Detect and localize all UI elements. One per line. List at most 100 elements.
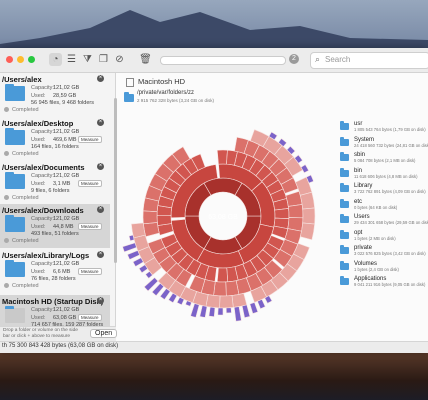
sunburst-segment[interactable] (143, 222, 160, 238)
sunburst-leaf[interactable] (127, 250, 141, 260)
status-text: th 75 300 843 428 bytes (63,08 GB on dis… (2, 343, 119, 349)
sunburst-segment[interactable] (156, 215, 172, 226)
folder-icon (340, 152, 349, 161)
status-dot-icon (4, 283, 9, 289)
folder-icon (5, 215, 25, 232)
filter-icon[interactable]: ⧩ (81, 53, 94, 66)
remove-icon[interactable]: × (97, 75, 104, 82)
card-path: /Users/alex/Downloads (2, 206, 84, 215)
sidebar-scrollbar[interactable] (114, 98, 117, 263)
measure-button[interactable]: Measure (78, 223, 102, 230)
sunburst-leaf[interactable] (217, 307, 224, 316)
sunburst-leaf[interactable] (208, 306, 216, 317)
list-item[interactable]: bin 11 618 606 bytes (4,8 MB on disk) (340, 167, 428, 180)
list-item[interactable]: Library 3 722 762 891 bytes (4,09 GB on … (340, 183, 428, 195)
open-button[interactable]: Open (90, 329, 118, 338)
sidebar-card[interactable]: /Users/alex/Library/Logs × Capacity:121,… (0, 249, 110, 293)
measure-button[interactable]: Measure (78, 268, 102, 275)
card-capacity: 121,02 GB (53, 307, 80, 313)
list-item[interactable]: usr 1 805 543 764 bytes (1,79 GB on disk… (340, 121, 428, 133)
sunburst-segment[interactable] (287, 204, 304, 219)
card-status: Completed (4, 238, 39, 244)
card-status: Completed (4, 195, 39, 201)
close-window-button[interactable] (6, 56, 13, 63)
list-item[interactable]: System 24 418 560 732 bytes (24,81 GB on… (340, 136, 428, 149)
sunburst-segment[interactable] (213, 281, 227, 297)
sunburst-leaf[interactable] (257, 298, 266, 310)
settings-icon[interactable]: ⊘ (113, 53, 126, 66)
zoom-window-button[interactable] (28, 56, 35, 63)
item-size: 1 bytes (2,4 GB on disk) (354, 266, 399, 272)
sunburst-chart[interactable]: 63,08 GB (118, 73, 340, 326)
sunburst-segment[interactable] (219, 295, 234, 309)
card-path: /Users/alex/Library/Logs (2, 251, 90, 260)
sidebar-card[interactable]: /Users/alex/Downloads × Capacity:121,02 … (0, 204, 110, 248)
sunburst-view-icon[interactable]: ◔ (49, 53, 62, 66)
card-used: 3,1 MB (53, 180, 71, 187)
sunburst-leaf[interactable] (233, 306, 242, 322)
folder-icon (340, 136, 349, 146)
list-item[interactable]: sbin 5 084 708 bytes (2,1 MB on disk) (340, 152, 428, 164)
card-status: Completed (4, 283, 39, 289)
sunburst-leaf[interactable] (122, 242, 137, 253)
list-item[interactable]: etc 0 bytes (64 KB on disk) (340, 198, 428, 211)
measure-button[interactable]: Measure (78, 136, 102, 143)
list-item[interactable]: opt 1 bytes (2 MB on disk) (340, 229, 428, 242)
copy-icon[interactable]: ❐ (97, 53, 110, 66)
folder-icon (340, 198, 349, 208)
sunburst-segment[interactable] (216, 267, 229, 283)
search-icon: ⌕ (315, 54, 321, 64)
remove-icon[interactable]: × (97, 119, 104, 126)
sunburst-leaf[interactable] (159, 288, 171, 300)
sidebar-card[interactable]: Macintosh HD (Startup Disk) × Capacity:1… (0, 295, 110, 326)
list-view-icon[interactable]: ☰ (65, 53, 78, 66)
sunburst-segment[interactable] (299, 222, 315, 241)
sidebar-card[interactable]: /Users/alex/Documents × Capacity:121,02 … (0, 161, 110, 205)
toolbar: ◔ ☰ ⧩ ❐ ⊘ 🗑 2 ⌕ Search (0, 48, 428, 73)
remove-icon[interactable]: × (97, 206, 104, 213)
search-field[interactable]: ⌕ Search (310, 52, 428, 69)
item-size: 1 805 543 764 bytes (1,79 GB on disk) (354, 127, 426, 132)
list-item[interactable]: Users 29 434 301 658 bytes (29,59 GB on … (340, 214, 428, 226)
sunburst-segment[interactable] (216, 149, 228, 165)
sunburst-leaf[interactable] (249, 302, 259, 314)
search-placeholder: Search (325, 55, 351, 64)
status-dot-icon (4, 151, 9, 157)
sunburst-segment[interactable] (302, 207, 316, 225)
sunburst-leaf[interactable] (132, 257, 144, 267)
sunburst-segment[interactable] (299, 191, 315, 210)
sunburst-segment[interactable] (131, 222, 146, 239)
item-size: 5 084 708 bytes (2,1 MB on disk) (354, 158, 416, 163)
sunburst-leaf[interactable] (300, 164, 310, 174)
card-counts: 164 files, 16 folders (31, 144, 79, 150)
card-meta: Capacity:121,02 GB Used: 3,1 MB 9 files, … (31, 173, 80, 194)
list-item[interactable]: Volumes 1 bytes (2,4 GB on disk) (340, 260, 428, 273)
sunburst-leaf[interactable] (128, 234, 135, 242)
card-capacity: 121,02 GB (53, 85, 80, 91)
sunburst-leaf[interactable] (241, 304, 251, 319)
card-path: Macintosh HD (Startup Disk) (2, 297, 104, 306)
card-counts: 76 files, 28 folders (31, 276, 76, 282)
sidebar-card[interactable]: /Users/alex/Desktop × Capacity:121,02 GB… (0, 117, 110, 161)
card-counts: 9 files, 6 folders (31, 188, 70, 194)
sunburst-leaf[interactable] (225, 307, 232, 314)
trash-icon[interactable]: 🗑 (139, 53, 152, 66)
folder-icon (340, 229, 349, 239)
measure-button[interactable]: Measure (78, 314, 102, 321)
remove-icon[interactable]: × (97, 163, 104, 170)
scan-progress-bar (160, 56, 286, 65)
folder-icon (5, 260, 25, 277)
list-item[interactable]: private 3 022 576 825 bytes (3,42 GB on … (340, 245, 428, 257)
sidebar-card[interactable]: /Users/alex × Capacity:121,02 GB Used: 28… (0, 73, 110, 117)
remove-icon[interactable]: × (97, 297, 104, 304)
measure-button[interactable]: Measure (78, 180, 102, 187)
sunburst-leaf[interactable] (190, 303, 200, 318)
remove-icon[interactable]: × (97, 251, 104, 258)
sunburst-segment[interactable] (274, 208, 290, 219)
status-dot-icon (4, 195, 9, 201)
card-used: 6,6 MB (53, 268, 71, 275)
sunburst-segment[interactable] (142, 210, 158, 225)
list-item[interactable]: Applications 9 041 211 916 bytes (9,05 G… (340, 276, 428, 288)
sunburst-leaf[interactable] (199, 305, 208, 318)
minimize-window-button[interactable] (17, 56, 24, 63)
